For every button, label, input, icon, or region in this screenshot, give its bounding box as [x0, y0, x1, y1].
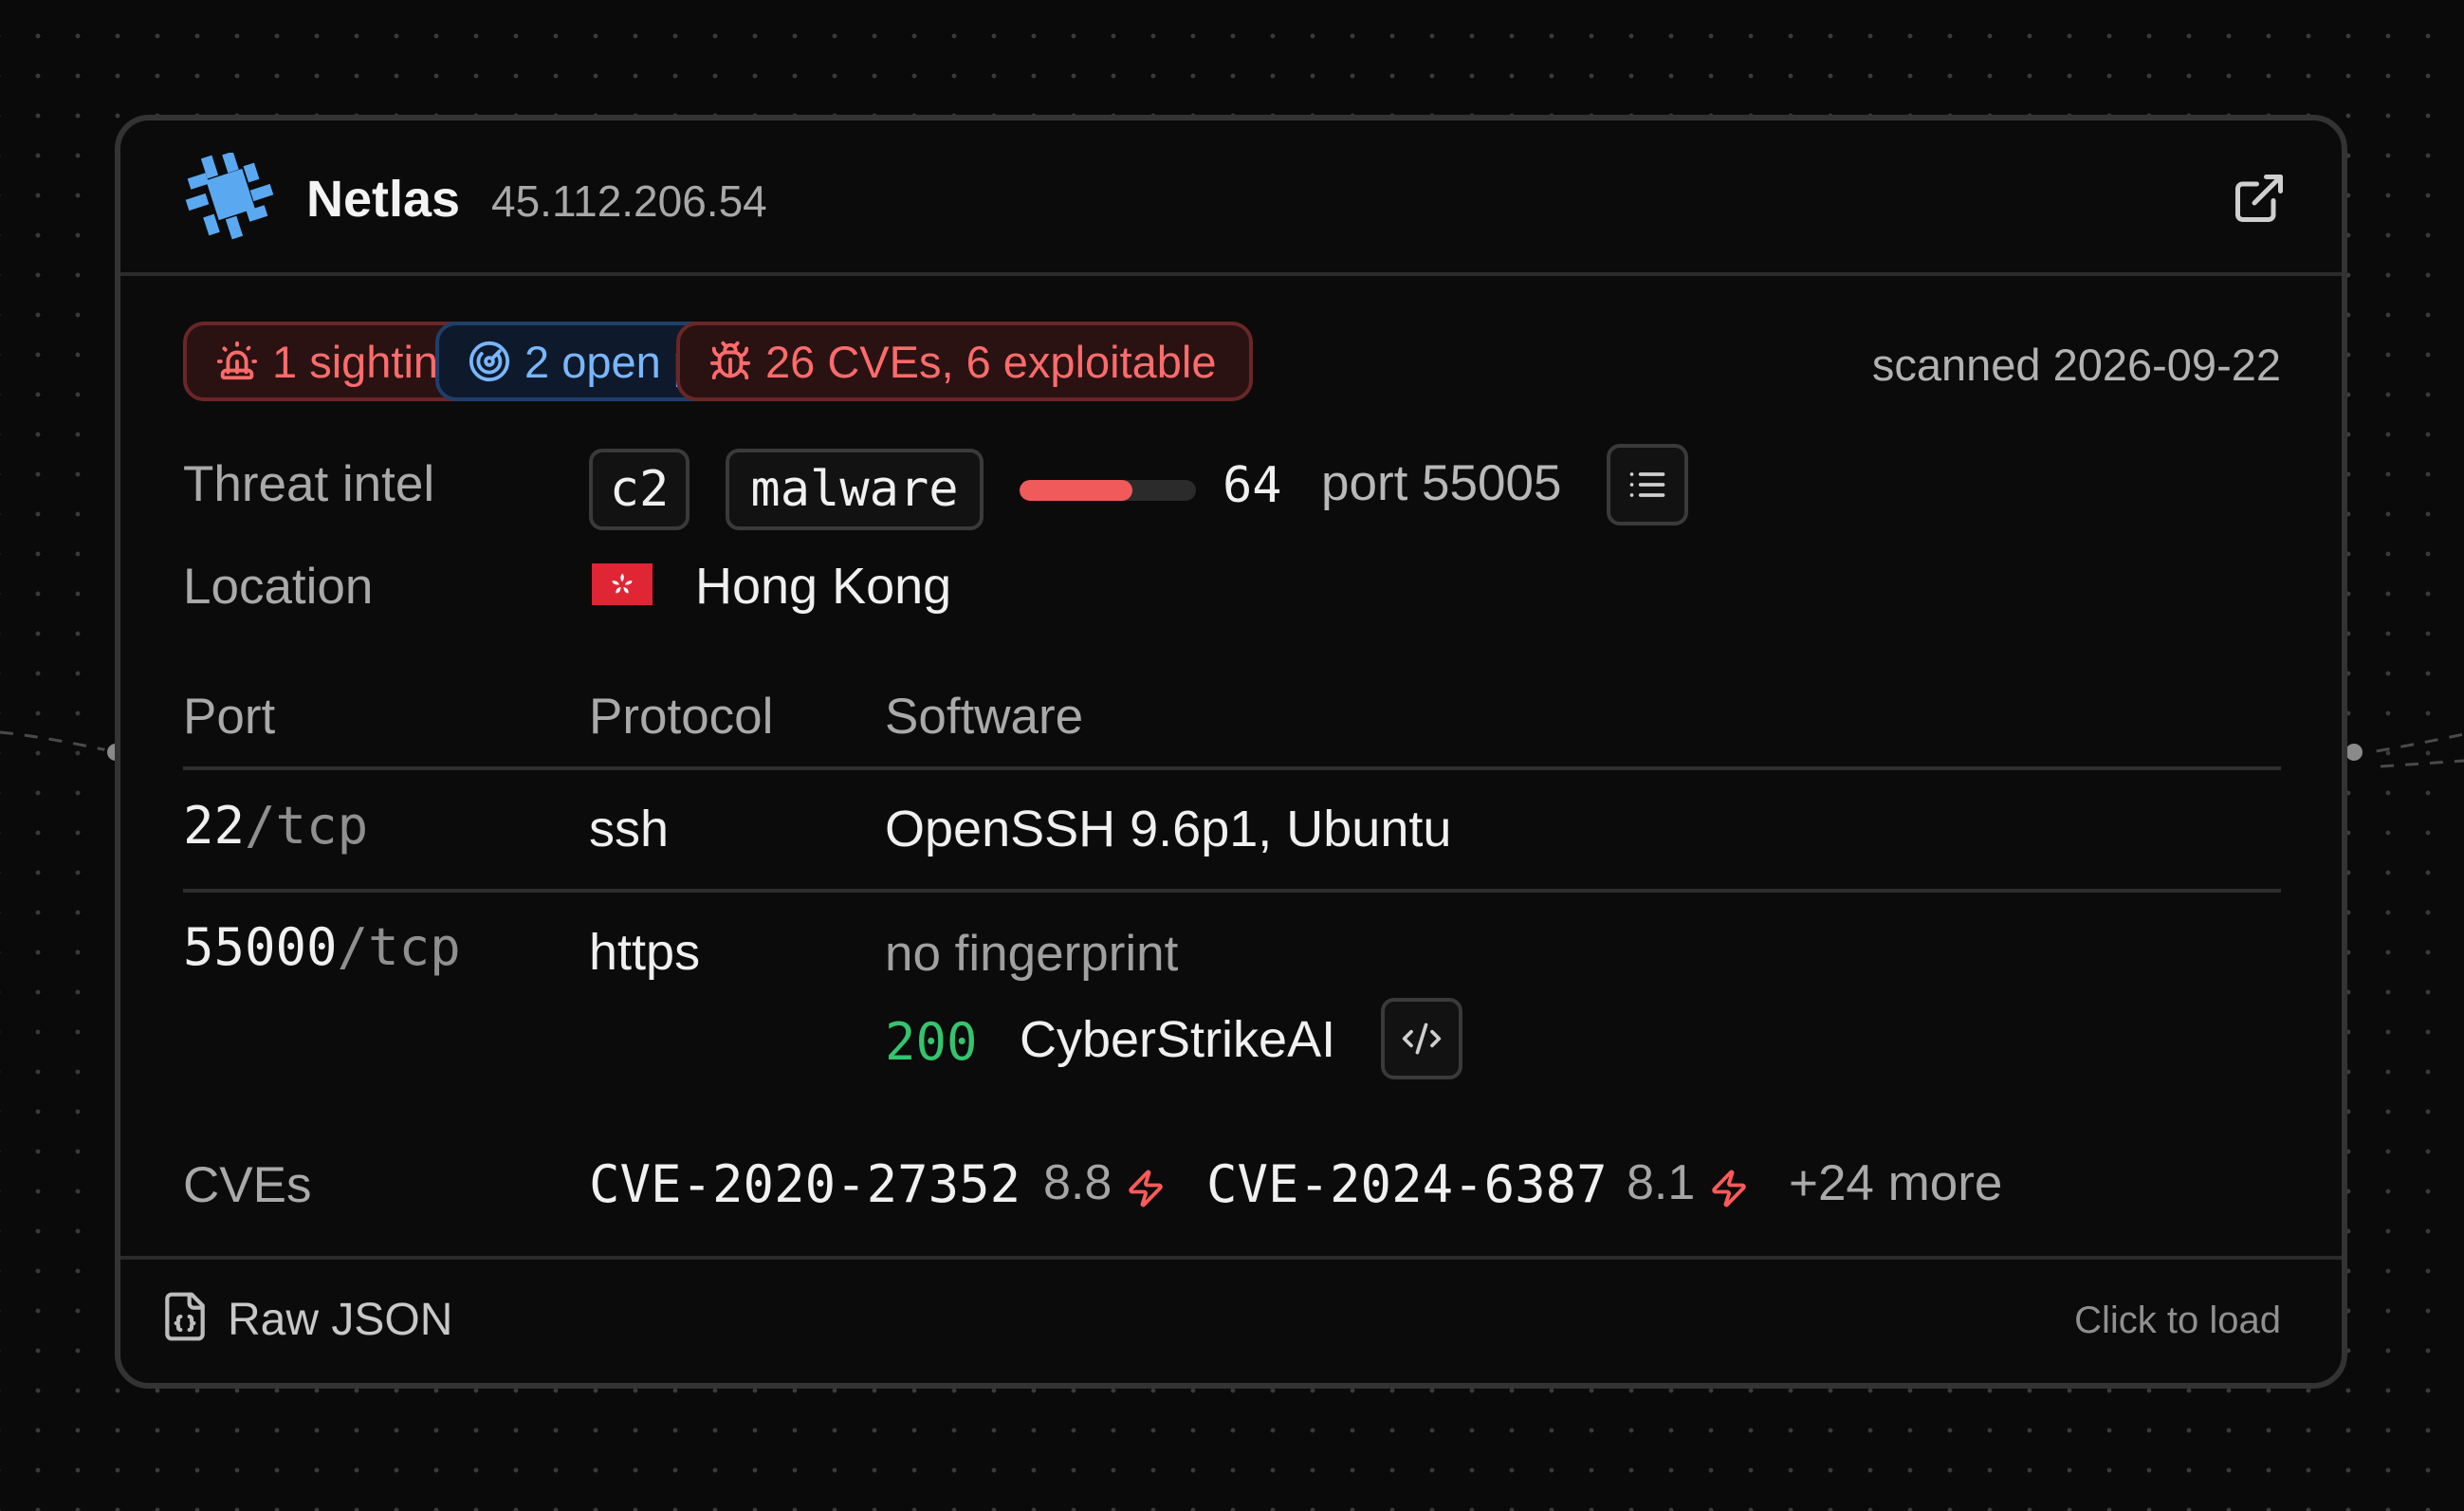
- col-header-protocol: Protocol: [589, 689, 774, 745]
- bug-icon: [709, 341, 751, 380]
- card-header: Netlas 45.112.206.54: [120, 120, 2342, 276]
- port-number: 22/tcp: [183, 796, 369, 856]
- host-ip: 45.112.206.54: [491, 176, 767, 226]
- raw-json-label: Raw JSON: [228, 1295, 453, 1345]
- siren-icon: [216, 341, 258, 380]
- file-json-icon: [165, 1292, 205, 1341]
- netlas-host-card[interactable]: Netlas 45.112.206.54 1 sighting 2 open p…: [115, 115, 2347, 1389]
- scanned-date: scanned 2026-09-22: [1871, 340, 2281, 390]
- cve-id[interactable]: CVE-2024-6387: [1206, 1154, 1608, 1214]
- radar-icon: [469, 341, 510, 382]
- code-icon: [1402, 1023, 1442, 1055]
- threat-port: port 55005: [1321, 455, 1562, 511]
- netlas-logo-icon: [185, 153, 274, 240]
- view-source-button[interactable]: [1381, 998, 1462, 1079]
- threat-score-bar: [1020, 480, 1196, 501]
- exploit-bolt-icon: [1712, 1170, 1746, 1207]
- cve-id[interactable]: CVE-2020-27352: [589, 1154, 1021, 1214]
- port-software: no fingerprint: [885, 926, 1179, 982]
- port-protocol: https: [589, 924, 701, 981]
- click-to-load-hint: Click to load: [2074, 1299, 2281, 1341]
- table-header-divider: [183, 766, 2281, 770]
- port-number: 55000/tcp: [183, 917, 461, 977]
- location-label: Location: [183, 559, 374, 615]
- cve-score: 8.8: [1043, 1155, 1112, 1210]
- raw-json-footer[interactable]: Raw JSON Click to load: [120, 1256, 2342, 1383]
- table-row-divider: [183, 889, 2281, 893]
- http-status-code: 200: [885, 1012, 978, 1072]
- port-software: OpenSSH 9.6p1, Ubuntu: [885, 801, 1452, 857]
- cve-score: 8.1: [1627, 1155, 1696, 1210]
- port-protocol: ssh: [589, 801, 670, 857]
- threat-score: 64: [1223, 457, 1282, 514]
- col-header-port: Port: [183, 689, 276, 745]
- hong-kong-flag-icon: [592, 563, 653, 605]
- list-icon: [1629, 472, 1665, 497]
- threat-intel-label: Threat intel: [183, 456, 435, 512]
- http-page-title: CyberStrikeAI: [1020, 1011, 1336, 1068]
- threat-details-button[interactable]: [1607, 444, 1688, 525]
- threat-score-fill: [1020, 480, 1133, 501]
- threat-tag-malware[interactable]: malware: [726, 449, 984, 530]
- brand-name: Netlas: [306, 171, 461, 228]
- cves-label: 26 CVEs, 6 exploitable: [765, 336, 1217, 387]
- external-link-icon[interactable]: [2231, 170, 2288, 227]
- more-cves-link[interactable]: +24 more: [1789, 1154, 2002, 1212]
- cves-row-label: CVEs: [183, 1157, 312, 1213]
- cves-badge[interactable]: 26 CVEs, 6 exploitable: [676, 322, 1253, 401]
- threat-tag-c2[interactable]: c2: [589, 449, 690, 530]
- col-header-software: Software: [885, 689, 1084, 745]
- location-country: Hong Kong: [695, 558, 952, 615]
- exploit-bolt-icon: [1129, 1170, 1163, 1207]
